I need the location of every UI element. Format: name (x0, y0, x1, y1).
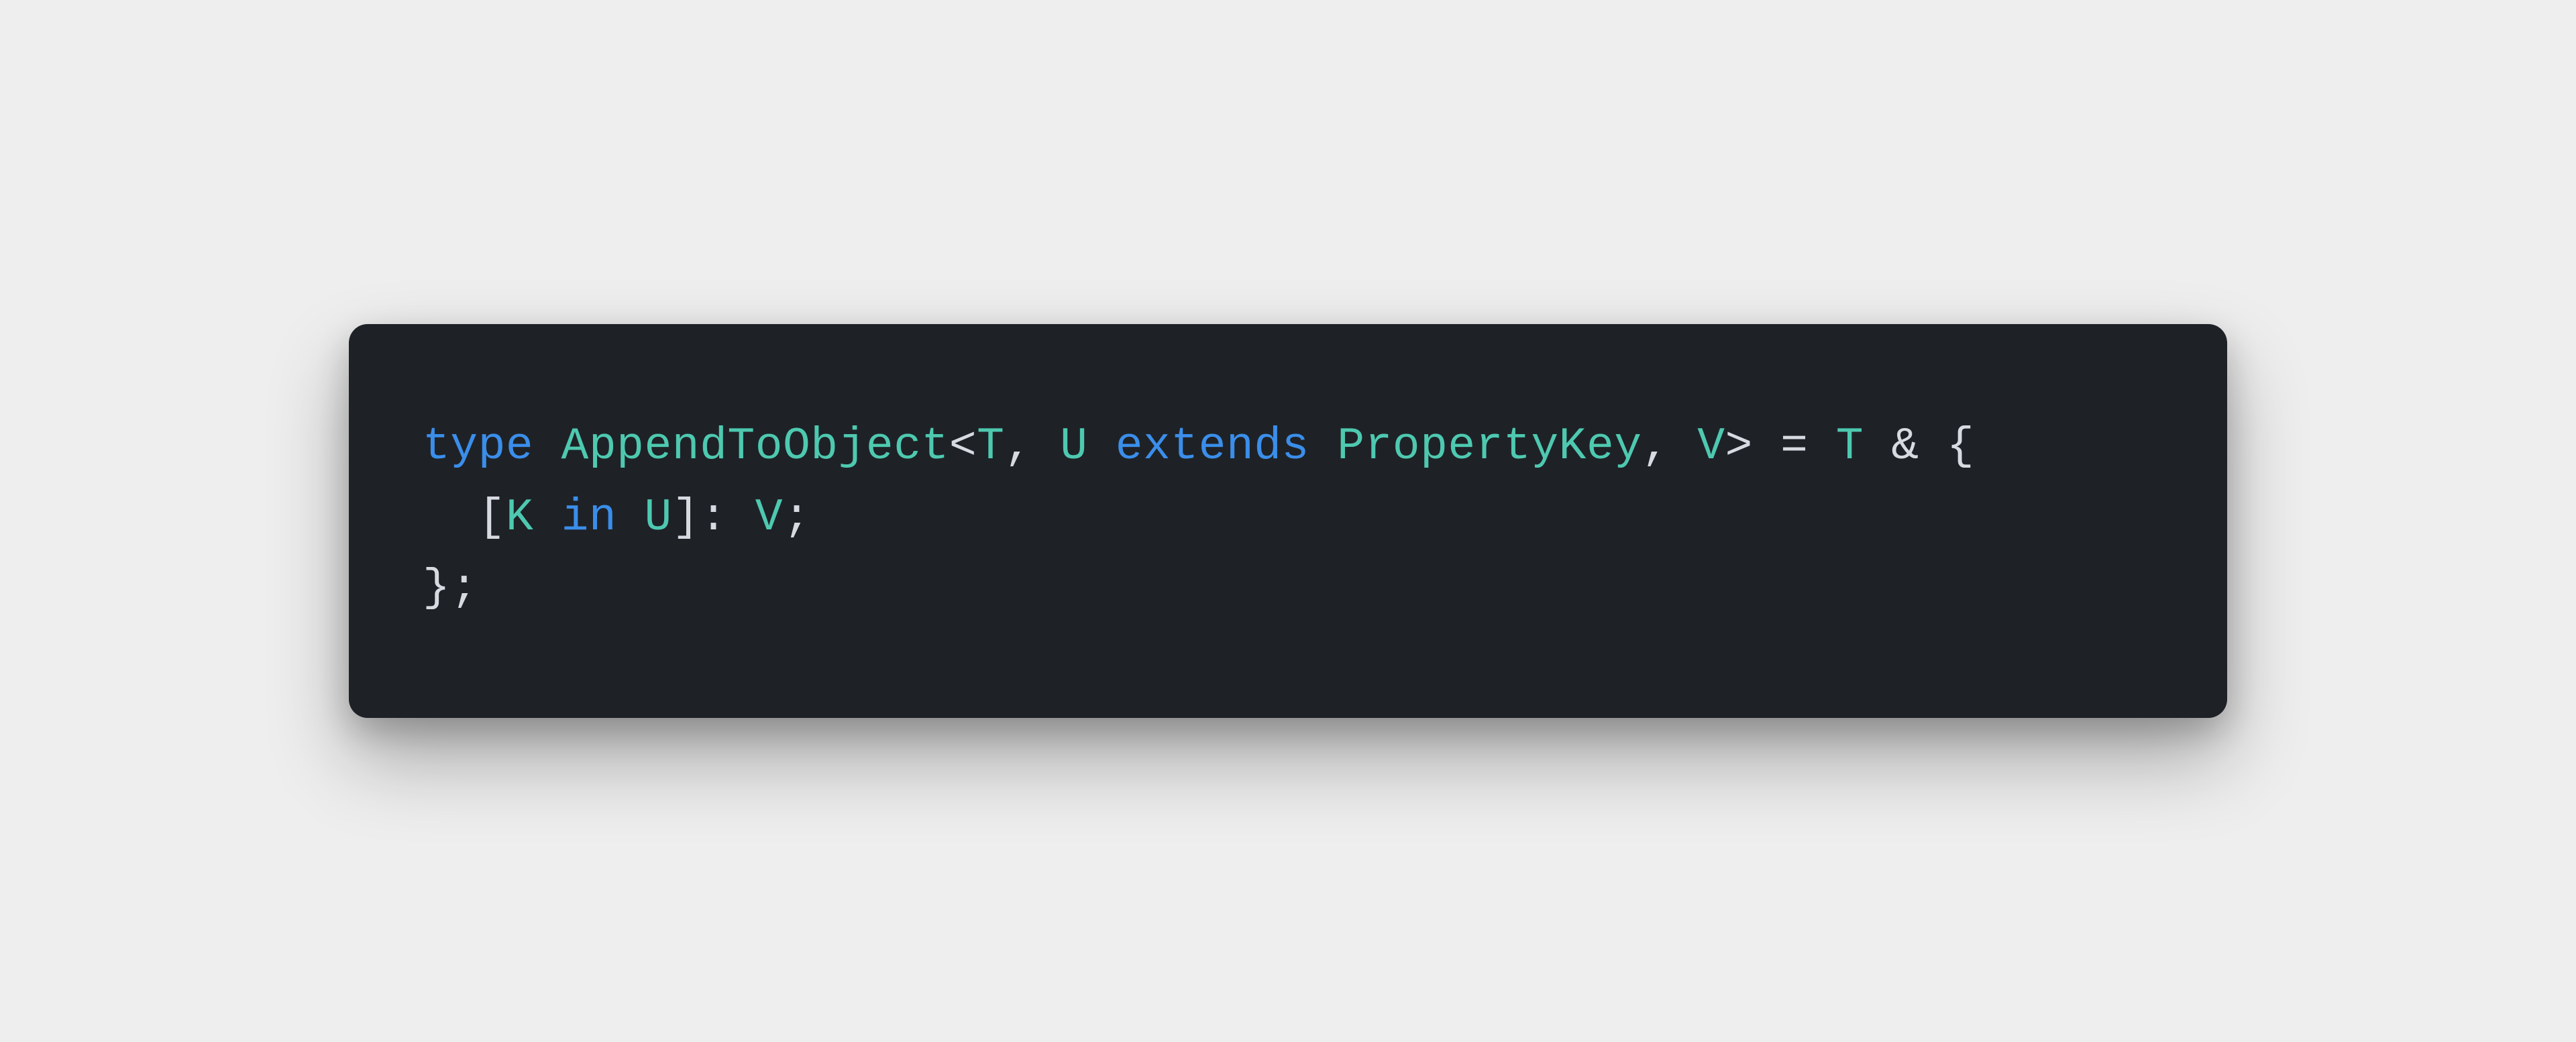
token-space (616, 492, 644, 543)
token-keyword-extends: extends (1116, 421, 1309, 472)
code-card: type AppendToObject<T, U extends Propert… (349, 324, 2227, 717)
token-indent (423, 492, 478, 543)
token-space (1309, 421, 1337, 472)
token-typeparam-u2: U (645, 492, 672, 543)
token-space (727, 492, 755, 543)
token-angle-close: > (1725, 421, 1753, 472)
token-bracket-open: [ (478, 492, 506, 543)
token-semicolon: ; (450, 562, 478, 614)
token-angle-open: < (949, 421, 977, 472)
token-typeparam-v: V (1697, 421, 1725, 472)
token-semicolon: ; (783, 492, 810, 543)
token-ampersand: & (1891, 421, 1919, 472)
canvas: type AppendToObject<T, U extends Propert… (0, 0, 2576, 1042)
token-colon: : (700, 492, 727, 543)
token-equals: = (1780, 421, 1808, 472)
token-typeparam-t2: T (1836, 421, 1864, 472)
token-bracket-close: ] (672, 492, 700, 543)
code-block: type AppendToObject<T, U extends Propert… (423, 411, 2153, 623)
token-space (533, 492, 561, 543)
token-space (1670, 421, 1697, 472)
token-keyword-type: type (423, 421, 533, 472)
token-typename-append: AppendToObject (561, 421, 949, 472)
token-brace-close: } (423, 562, 450, 614)
token-comma: , (1642, 421, 1670, 472)
token-space (1864, 421, 1891, 472)
token-typeparam-v2: V (755, 492, 783, 543)
token-typename-propertykey: PropertyKey (1337, 421, 1642, 472)
token-comma: , (1004, 421, 1032, 472)
token-brace-open: { (1947, 421, 1974, 472)
token-typeparam-k: K (506, 492, 533, 543)
token-space (1808, 421, 1835, 472)
token-typeparam-u: U (1060, 421, 1087, 472)
token-space (1753, 421, 1780, 472)
token-keyword-in: in (561, 492, 617, 543)
token-space (1919, 421, 1947, 472)
token-typeparam-t: T (977, 421, 1004, 472)
token-space (1032, 421, 1060, 472)
token-space (1087, 421, 1115, 472)
token-space (533, 421, 561, 472)
